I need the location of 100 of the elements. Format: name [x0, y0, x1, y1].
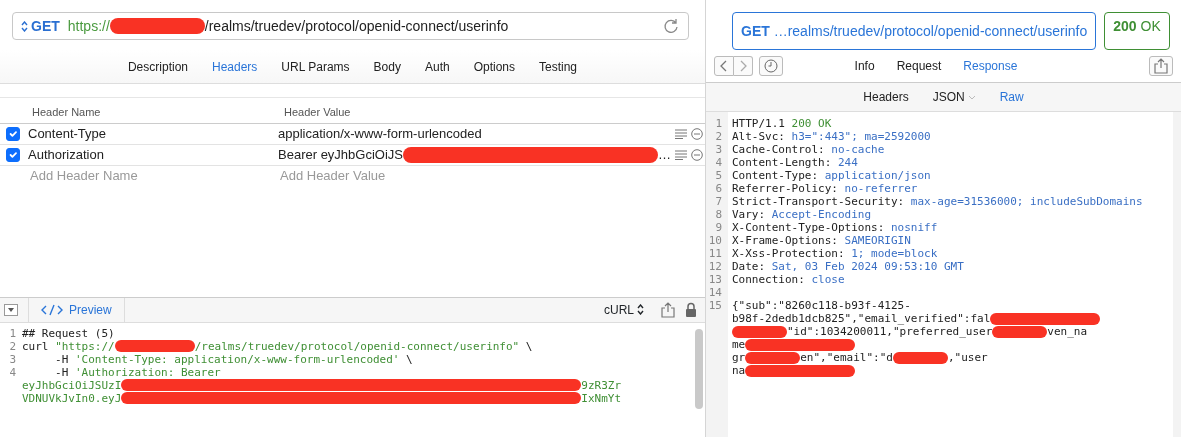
share-icon[interactable] — [661, 301, 675, 318]
preview-tab[interactable]: Preview — [28, 297, 125, 322]
code-line: Content-Type: application/json — [732, 169, 931, 182]
line-number: 1 — [8, 326, 16, 340]
tab[interactable]: Body — [361, 53, 413, 80]
code-fragment: na — [732, 364, 746, 377]
tab[interactable]: Raw — [989, 86, 1034, 108]
code-line: Connection: close — [732, 273, 845, 286]
tab[interactable]: Headers — [853, 86, 919, 108]
code-fragment: me — [732, 338, 746, 351]
header-value: … — [658, 145, 671, 164]
format-dropdown[interactable]: cURL — [603, 299, 645, 320]
url-text: /realms/truedev/protocol/openid-connect/userinfo — [204, 16, 509, 36]
line-number: 3 — [714, 143, 722, 156]
line-number: 2 — [714, 130, 722, 143]
line-number: 6 — [714, 182, 722, 195]
code-fragment: IxNmYt — [581, 391, 622, 405]
tab[interactable]: Headers — [200, 53, 270, 80]
code-fragment: curl "https:// — [22, 339, 115, 353]
lines-icon[interactable] — [675, 148, 687, 161]
line-number: 9 — [714, 221, 722, 234]
code-line: {"sub":"8260c118-b93f-4125- — [732, 299, 911, 312]
remove-icon[interactable] — [691, 148, 703, 161]
header-value: application/x-www-form-urlencoded — [278, 124, 482, 143]
line-number: 13 — [707, 273, 722, 286]
line-number: 10 — [707, 234, 722, 247]
code-line: ## Request (5) — [22, 326, 115, 340]
code-fragment: /realms/truedev/protocol/openid-connect/userinfo" \ — [194, 339, 533, 353]
code-line: Strict-Transport-Security: max-age=31536000; includeSubDomains — [732, 195, 1143, 208]
code-line: X-Xss-Protection: 1; mode=block — [732, 247, 938, 260]
tab[interactable]: Auth — [412, 53, 462, 80]
tab[interactable]: Info — [844, 55, 885, 77]
code-icon — [41, 303, 63, 316]
line-number: 14 — [707, 286, 722, 299]
code-line: X-Content-Type-Options: nosniff — [732, 221, 938, 234]
code-fragment: ,"user — [947, 351, 988, 364]
code-line: Content-Length: 244 — [732, 156, 858, 169]
tab[interactable]: Options — [461, 53, 527, 80]
forward-button[interactable] — [734, 56, 753, 76]
code-fragment: gr — [732, 351, 746, 364]
tab[interactable]: Response — [953, 55, 1028, 77]
line-number: 3 — [8, 352, 16, 366]
code-line: Cache-Control: no-cache — [732, 143, 885, 156]
line-number: 1 — [714, 117, 722, 130]
code-fragment: b98f-2dedb1dcb825","email_verified":fal — [732, 312, 991, 325]
line-number: 11 — [707, 247, 722, 260]
collapse-icon[interactable] — [4, 303, 18, 316]
method-label: GET — [31, 16, 60, 36]
column-header: Header Name — [32, 105, 102, 120]
status-badge: 200 OK — [1104, 12, 1170, 50]
tab[interactable]: URL Params — [269, 53, 362, 80]
reload-icon[interactable] — [662, 17, 680, 35]
code-fragment: "id":1034200011,"preferred_user — [787, 325, 993, 338]
code-fragment: VDNUVkJvIn0.eyJ — [22, 391, 122, 405]
code-fragment: 9zR3Zr — [581, 378, 622, 392]
checkbox[interactable] — [6, 126, 20, 141]
code-line: -H 'Authorization: Bearer — [54, 365, 221, 379]
line-number: 7 — [714, 195, 722, 208]
line-number: 5 — [714, 169, 722, 182]
code-fragment: en","email":"d — [800, 351, 893, 364]
code-line: Alt-Svc: h3=":443"; ma=2592000 — [732, 130, 931, 143]
input-field[interactable]: Add Header Name — [30, 166, 280, 186]
back-button[interactable] — [714, 56, 734, 76]
code-fragment: eyJhbGciOiJSUzI — [22, 378, 122, 392]
chevron-left-icon — [719, 59, 729, 73]
checkbox[interactable] — [6, 147, 20, 162]
remove-icon[interactable] — [691, 127, 703, 140]
url-field[interactable]: GET https:// /realms/truedev/protocol/openid-connect/userinfo — [12, 12, 689, 40]
tab[interactable]: Testing — [527, 53, 590, 80]
code-line: -H 'Content-Type: application/x-www-form-urlencoded' \ — [54, 352, 413, 366]
input-field[interactable]: Add Header Value — [280, 166, 480, 186]
code-fragment: ven_na — [1047, 325, 1088, 338]
lines-icon[interactable] — [675, 127, 687, 140]
column-header: Header Value — [284, 105, 351, 120]
chevron-right-icon — [738, 59, 748, 73]
header-value: Bearer eyJhbGciOiJS — [278, 145, 403, 164]
tab[interactable]: Description — [115, 53, 200, 80]
line-number: 4 — [8, 365, 16, 379]
history-button[interactable] — [759, 56, 783, 76]
line-number: 2 — [8, 339, 16, 353]
line-number: 8 — [714, 208, 722, 221]
header-name: Content-Type — [28, 124, 108, 143]
code-line: X-Frame-Options: SAMEORIGIN — [732, 234, 911, 247]
code-line: HTTP/1.1 200 OK — [732, 117, 832, 130]
lock-icon[interactable] — [685, 301, 697, 318]
tab[interactable]: JSON — [922, 86, 986, 108]
updown-icon — [21, 20, 28, 32]
line-number: 15 — [707, 299, 722, 312]
url-text: https:// — [67, 16, 110, 36]
code-line: Referrer-Policy: no-referrer — [732, 182, 918, 195]
tab[interactable]: Request — [886, 55, 952, 77]
request-summary-button[interactable]: GET …realms/truedev/protocol/openid-connect/userinfo — [732, 12, 1097, 50]
code-line: Vary: Accept-Encoding — [732, 208, 872, 221]
header-name: Authorization — [28, 145, 105, 164]
updown-icon — [637, 304, 644, 316]
line-number: 4 — [714, 156, 722, 169]
code-line: Date: Sat, 03 Feb 2024 09:53:10 GMT — [732, 260, 964, 273]
share-button[interactable] — [1149, 56, 1173, 76]
line-number: 12 — [707, 260, 722, 273]
scrollbar-thumb[interactable] — [695, 328, 703, 409]
